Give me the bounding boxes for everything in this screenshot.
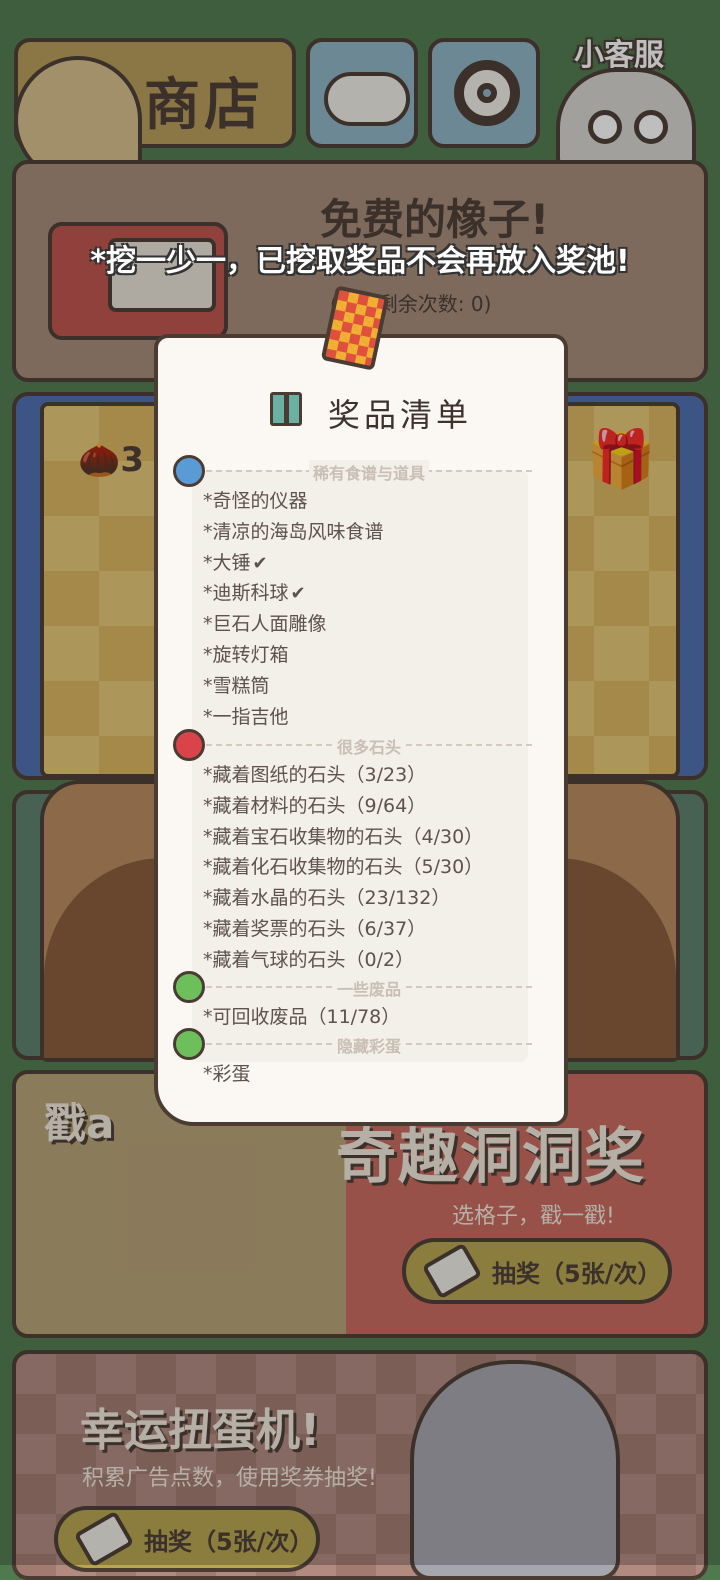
prize-item-label: *藏着水晶的石头（23/132） bbox=[203, 887, 451, 909]
prize-list-item: *大锤 ✔ bbox=[203, 548, 268, 575]
prize-item-label: *旋转灯箱 bbox=[203, 644, 289, 666]
prize-item-label: *巨石人面雕像 bbox=[203, 613, 327, 635]
section-heading-label: 很多石头 bbox=[332, 734, 406, 758]
prize-item-label: *奇怪的仪器 bbox=[203, 490, 308, 512]
prize-list-item: *藏着宝石收集物的石头（4/30） bbox=[203, 822, 483, 849]
prize-item-label: *藏着化石收集物的石头（5/30） bbox=[203, 856, 484, 878]
section-heading: 隐藏彩蛋 bbox=[206, 1033, 532, 1057]
checkmark-icon: ✔ bbox=[290, 583, 306, 604]
prize-list-item: *藏着化石收集物的石头（5/30） bbox=[203, 852, 483, 879]
prize-item-label: *雪糕筒 bbox=[203, 675, 270, 697]
section-heading-label: 一些废品 bbox=[332, 976, 406, 1000]
section-heading: 稀有食谱与道具 bbox=[206, 460, 532, 484]
prize-item-label: *一指吉他 bbox=[203, 706, 289, 728]
prize-item-label: *藏着材料的石头（9/64） bbox=[203, 795, 427, 817]
prize-item-label: *藏着宝石收集物的石头（4/30） bbox=[203, 826, 484, 848]
prize-list-item: *清凉的海岛风味食谱 bbox=[203, 517, 384, 544]
prize-list-item: *藏着材料的石头（9/64） bbox=[203, 791, 426, 818]
prize-list-item: *藏着气球的石头（0/2） bbox=[203, 945, 414, 972]
prize-list-item: *巨石人面雕像 bbox=[203, 609, 327, 636]
prize-list-item: *一指吉他 bbox=[203, 702, 289, 729]
section-heading-label: 稀有食谱与道具 bbox=[308, 460, 430, 484]
section-ball-icon bbox=[173, 455, 205, 487]
checkmark-icon: ✔ bbox=[252, 553, 268, 574]
prize-item-label: *藏着气球的石头（0/2） bbox=[203, 949, 415, 971]
section-heading: 很多石头 bbox=[206, 734, 532, 758]
prize-item-label: *可回收废品（11/78） bbox=[203, 1006, 401, 1028]
prize-list-item: *可回收废品（11/78） bbox=[203, 1002, 400, 1029]
prize-list-item: *彩蛋 bbox=[203, 1059, 251, 1086]
gift-icon bbox=[270, 392, 302, 426]
prize-item-label: *彩蛋 bbox=[203, 1063, 251, 1085]
notice-text: *挖一少一，已挖取奖品不会再放入奖池! bbox=[90, 244, 630, 279]
prize-item-label: *大锤 bbox=[203, 552, 251, 574]
section-ball-icon bbox=[173, 971, 205, 1003]
prize-item-label: *藏着图纸的石头（3/23） bbox=[203, 764, 427, 786]
prize-item-label: *藏着奖票的石头（6/37） bbox=[203, 918, 427, 940]
section-ball-icon bbox=[173, 1028, 205, 1060]
section-ball-icon bbox=[173, 729, 205, 761]
prize-list-item: *藏着奖票的石头（6/37） bbox=[203, 914, 426, 941]
prize-list-item: *迪斯科球 ✔ bbox=[203, 578, 306, 605]
prize-list-item: *藏着图纸的石头（3/23） bbox=[203, 760, 426, 787]
prize-list-item: *雪糕筒 bbox=[203, 671, 270, 698]
prize-item-label: *清凉的海岛风味食谱 bbox=[203, 521, 384, 543]
prize-list-item: *藏着水晶的石头（23/132） bbox=[203, 883, 450, 910]
prize-list-item: *奇怪的仪器 bbox=[203, 486, 308, 513]
prize-list-item: *旋转灯箱 bbox=[203, 640, 289, 667]
section-heading: 一些废品 bbox=[206, 976, 532, 1000]
prize-item-label: *迪斯科球 bbox=[203, 582, 289, 604]
prize-list-title: 奖品清单 bbox=[328, 396, 473, 434]
section-heading-label: 隐藏彩蛋 bbox=[332, 1033, 406, 1057]
